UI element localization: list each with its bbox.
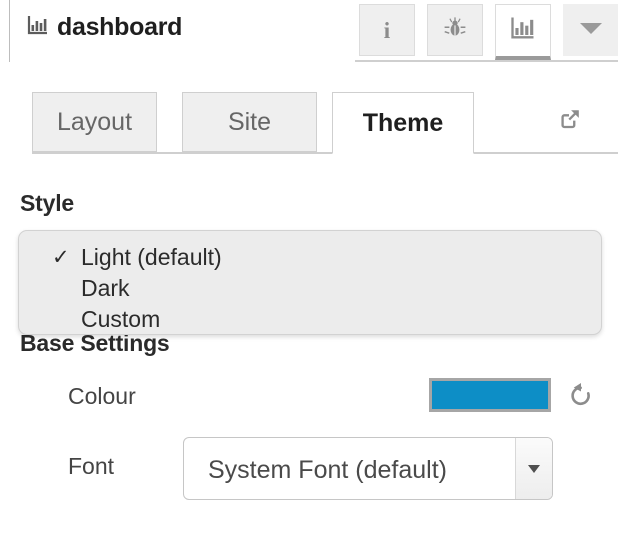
- style-section-heading: Style: [20, 190, 74, 216]
- chevron-down-icon: [577, 19, 605, 42]
- app-title: dashboard: [57, 13, 183, 41]
- info-icon: i: [383, 17, 391, 43]
- menu-item-dark[interactable]: Dark: [19, 273, 603, 304]
- panel-left-edge: [9, 0, 10, 62]
- brand: dashboard: [26, 13, 182, 42]
- style-dropdown-menu[interactable]: ✓ Light (default) Dark Custom: [18, 230, 602, 335]
- menu-item-custom-label: Custom: [81, 306, 161, 332]
- tab-layout-label: Layout: [56, 107, 133, 136]
- app-header: dashboard i: [0, 0, 618, 62]
- font-select-value: System Font (default): [208, 456, 447, 484]
- base-settings-heading: Base Settings: [20, 330, 170, 356]
- external-link-icon: [555, 106, 583, 139]
- bar-chart-icon: [26, 13, 50, 42]
- colour-swatch[interactable]: [429, 378, 551, 412]
- info-button[interactable]: i: [359, 4, 415, 56]
- check-icon: ✓: [52, 246, 70, 269]
- debug-button[interactable]: [427, 4, 483, 56]
- chart-button[interactable]: [495, 4, 551, 60]
- tabstrip: Layout Site Theme: [0, 92, 618, 154]
- menu-item-custom[interactable]: Custom: [19, 304, 603, 335]
- header-toolbar: i: [355, 0, 618, 62]
- menu-item-dark-label: Dark: [81, 275, 130, 301]
- caret-down-icon: [528, 464, 540, 473]
- font-select-arrow: [515, 438, 552, 499]
- more-options-button[interactable]: [563, 4, 618, 56]
- bug-icon: [442, 15, 468, 46]
- menu-item-light[interactable]: ✓ Light (default): [19, 242, 603, 273]
- font-label: Font: [68, 453, 115, 479]
- colour-label: Colour: [68, 383, 136, 409]
- bar-chart-icon: [509, 14, 537, 47]
- tab-theme-label: Theme: [362, 108, 444, 137]
- tab-theme[interactable]: Theme: [332, 92, 474, 154]
- open-external-button[interactable]: [545, 100, 593, 144]
- tab-site[interactable]: Site: [182, 92, 317, 152]
- font-select[interactable]: System Font (default): [183, 437, 553, 500]
- reset-icon[interactable]: [565, 380, 595, 410]
- tab-layout[interactable]: Layout: [32, 92, 157, 152]
- tab-site-label: Site: [227, 107, 272, 136]
- menu-item-light-label: Light (default): [81, 244, 222, 270]
- tabstrip-underline: [32, 152, 618, 154]
